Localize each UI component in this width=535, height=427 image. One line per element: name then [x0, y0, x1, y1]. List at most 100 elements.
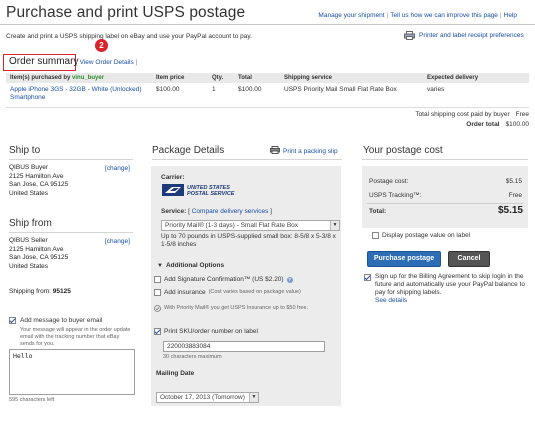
- ship-to-change-link[interactable]: [change]: [105, 165, 130, 172]
- order-summary-title: Order summary: [9, 56, 79, 67]
- ship-to-name: QIBUS Buyer: [9, 164, 49, 171]
- ship-from-address: QIBUS Seller 2125 Hamilton Ave San Jose,…: [9, 237, 68, 271]
- table-row: Apple iPhone 3GS - 32GB - White (Unlocke…: [6, 83, 529, 105]
- ship-to-divider: [9, 159, 133, 160]
- chevron-down-icon: ▼: [330, 221, 339, 230]
- ship-to-title: Ship to: [9, 145, 41, 156]
- col-price: Item price: [152, 73, 208, 83]
- service-bracket-open: [: [188, 208, 190, 215]
- ship-from-name: QIBUS Seller: [9, 237, 48, 244]
- feedback-link[interactable]: Tell us how we can improve this page: [390, 12, 498, 19]
- table-header-row: Item(s) purchased by vinu_buyer Item pri…: [6, 73, 529, 83]
- ship-from-country: United States: [9, 262, 49, 270]
- display-value-row: Display postage value on label: [372, 232, 470, 239]
- shipping-from-zip: Shipping from: 95125: [9, 288, 71, 297]
- tracking-value: Free: [508, 192, 522, 199]
- see-details-link[interactable]: See details: [375, 297, 528, 305]
- col-service: Shipping service: [280, 73, 423, 83]
- zip-label: Shipping from:: [9, 288, 51, 295]
- cancel-button[interactable]: Cancel: [448, 251, 490, 267]
- order-total-label: Order total: [466, 121, 500, 128]
- billing-agreement-checkbox[interactable]: [364, 274, 371, 281]
- insurance-note: (Cost varies based on package value): [208, 289, 301, 295]
- view-details: [ View Order Details ]: [76, 59, 137, 66]
- sku-checkbox[interactable]: [154, 328, 161, 335]
- display-value-checkbox[interactable]: [372, 232, 379, 239]
- item-total: $100.00: [238, 86, 262, 93]
- postage-cost-title: Your postage cost: [363, 145, 443, 156]
- insurance-help: With Priority Mail® you get USPS Insuran…: [164, 305, 309, 311]
- ship-from-title: Ship from: [9, 218, 52, 229]
- view-order-details-link[interactable]: View Order Details: [80, 59, 134, 66]
- buyer-link[interactable]: vinu_buyer: [72, 75, 104, 81]
- triangle-down-icon: ▼: [157, 262, 163, 269]
- shipping-cost-row: Total shipping cost paid by buyer Free: [415, 111, 529, 118]
- printer-preferences-label: Printer and label receipt preferences: [419, 32, 524, 39]
- info-icon[interactable]: ?: [286, 276, 293, 283]
- chars-left: 595 characters left: [9, 397, 55, 403]
- service-note: Up to 70 pounds in USPS-supplied small b…: [161, 233, 336, 248]
- carrier-label: Carrier:: [161, 174, 185, 181]
- add-message-checkbox[interactable]: [9, 317, 16, 324]
- mailing-date-label: Mailing Date: [156, 370, 195, 377]
- header-divider: [0, 24, 535, 25]
- add-message-row: Add message to buyer email: [9, 317, 102, 324]
- ship-from-change-link[interactable]: [change]: [105, 238, 130, 245]
- tracking-label: USPS Tracking™:: [369, 192, 422, 199]
- signature-label: Add Signature Confirmation™ (US $2.20): [164, 276, 284, 283]
- page-title: Purchase and print USPS postage: [6, 4, 246, 21]
- additional-options-toggle[interactable]: ▼ Additional Options: [157, 262, 224, 269]
- display-value-label: Display postage value on label: [382, 232, 471, 239]
- help-link[interactable]: Help: [504, 12, 517, 19]
- printer-icon: [404, 31, 415, 40]
- col-delivery: Expected delivery: [423, 73, 529, 83]
- postage-total-value: $5.15: [497, 205, 523, 216]
- order-total-value: $100.00: [505, 121, 530, 128]
- insurance-label: Add insurance: [164, 289, 206, 296]
- order-total-row: Order total $100.00: [466, 121, 529, 128]
- message-textarea[interactable]: Hello: [9, 349, 135, 395]
- order-table: Item(s) purchased by vinu_buyer Item pri…: [6, 73, 529, 105]
- mailing-date-select[interactable]: October 17, 2013 (Tomorrow) ▼: [156, 392, 259, 403]
- item-qty: 1: [212, 86, 216, 93]
- postage-total-divider: [367, 203, 523, 204]
- packing-slip-link[interactable]: Print a packing slip: [270, 146, 338, 156]
- item-title-link[interactable]: Apple iPhone 3GS - 32GB - White (Unlocke…: [6, 83, 152, 105]
- purchase-postage-button[interactable]: Purchase postage: [367, 251, 441, 267]
- sku-hint: 30 characters maximum: [163, 354, 222, 360]
- printer-icon: [270, 146, 280, 156]
- ship-to-address: QIBUS Buyer 2125 Hamilton Ave San Jose, …: [9, 164, 68, 198]
- postage-divider: [362, 159, 528, 160]
- usps-line2: POSTAL SERVICE: [187, 191, 235, 197]
- header-links: Manage your shipment | Tell us how we can …: [318, 12, 517, 19]
- usps-eagle-icon: [162, 184, 184, 198]
- service-selected: Priority Mail® (1-3 days) - Small Flat R…: [165, 222, 299, 229]
- zip-value: 95125: [52, 288, 71, 295]
- check-circle-icon: [154, 305, 161, 314]
- service-bracket-close: ]: [270, 208, 272, 215]
- service-select[interactable]: Priority Mail® (1-3 days) - Small Flat R…: [161, 220, 340, 231]
- insurance-help-row: With Priority Mail® you get USPS Insuran…: [154, 305, 339, 314]
- compare-services-link[interactable]: Compare delivery services: [192, 208, 269, 215]
- manage-shipment-link[interactable]: Manage your shipment: [318, 12, 384, 19]
- col-total: Total: [234, 73, 280, 83]
- sku-label: Print SKU/order number on label: [164, 328, 258, 335]
- intro-text: Create and print a USPS shipping label o…: [6, 33, 252, 40]
- bracket-open: [: [76, 59, 78, 66]
- col-items: Item(s) purchased by vinu_buyer: [6, 73, 152, 83]
- sku-input[interactable]: 220003883084: [163, 341, 325, 352]
- bracket-close: ]: [135, 59, 138, 66]
- signature-row: Add Signature Confirmation™ (US $2.20) ?: [154, 276, 293, 283]
- additional-options-title: Additional Options: [165, 262, 225, 269]
- ship-to-street: 2125 Hamilton Ave: [9, 172, 64, 180]
- billing-agreement-text-block: Sign up for the Billing Agreement to ski…: [375, 273, 528, 305]
- signature-checkbox[interactable]: [154, 276, 161, 283]
- packing-slip-label: Print a packing slip: [283, 147, 338, 155]
- printer-preferences-link[interactable]: Printer and label receipt preferences: [404, 31, 524, 40]
- ship-from-divider: [9, 232, 133, 233]
- postage-total-label: Total:: [369, 208, 387, 215]
- item-service: USPS Priority Mail Small Flat Rate Box: [284, 86, 397, 93]
- insurance-checkbox[interactable]: [154, 289, 161, 296]
- package-divider: [152, 159, 342, 160]
- insurance-row: Add insurance (Cost varies based on pack…: [154, 289, 301, 296]
